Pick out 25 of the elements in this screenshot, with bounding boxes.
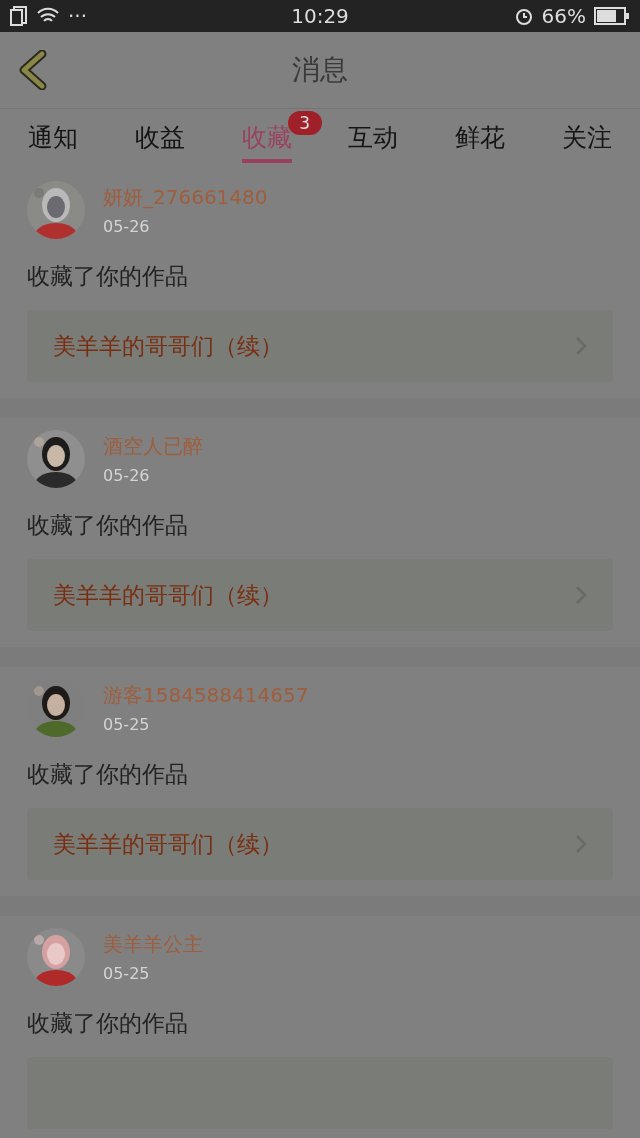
count-badge: 3 [287, 111, 322, 135]
alarm-icon [513, 6, 534, 26]
user-name: 妍妍_276661480 [103, 184, 268, 211]
battery-icon [594, 7, 630, 25]
message-text: 收藏了你的作品 [27, 511, 189, 540]
message-date: 05-26 [103, 217, 151, 236]
message-date: 05-26 [103, 466, 151, 485]
tab[interactable]: 互动 [348, 121, 399, 163]
user-name: 美羊羊公主 [103, 931, 203, 958]
message-date: 05-25 [103, 964, 151, 983]
battery-percent: 66% [541, 4, 586, 28]
user-name: 游客1584588414657 [103, 682, 309, 709]
tab[interactable]: 鲜花 [455, 121, 505, 163]
user-name: 酒空人已醉 [103, 433, 203, 460]
tab[interactable]: 通知 [28, 121, 79, 163]
clock-time: 10:29 [291, 4, 349, 28]
sim-icon [10, 6, 28, 26]
page-title: 消息 [291, 52, 349, 88]
message-text: 收藏了你的作品 [27, 262, 189, 291]
message-text: 收藏了你的作品 [27, 760, 189, 789]
tab[interactable]: 关注 [561, 121, 612, 163]
more-dots: ··· [68, 4, 88, 28]
tab[interactable]: 收益 [135, 121, 185, 163]
message-date: 05-25 [103, 715, 151, 734]
message-text: 收藏了你的作品 [27, 1009, 189, 1038]
